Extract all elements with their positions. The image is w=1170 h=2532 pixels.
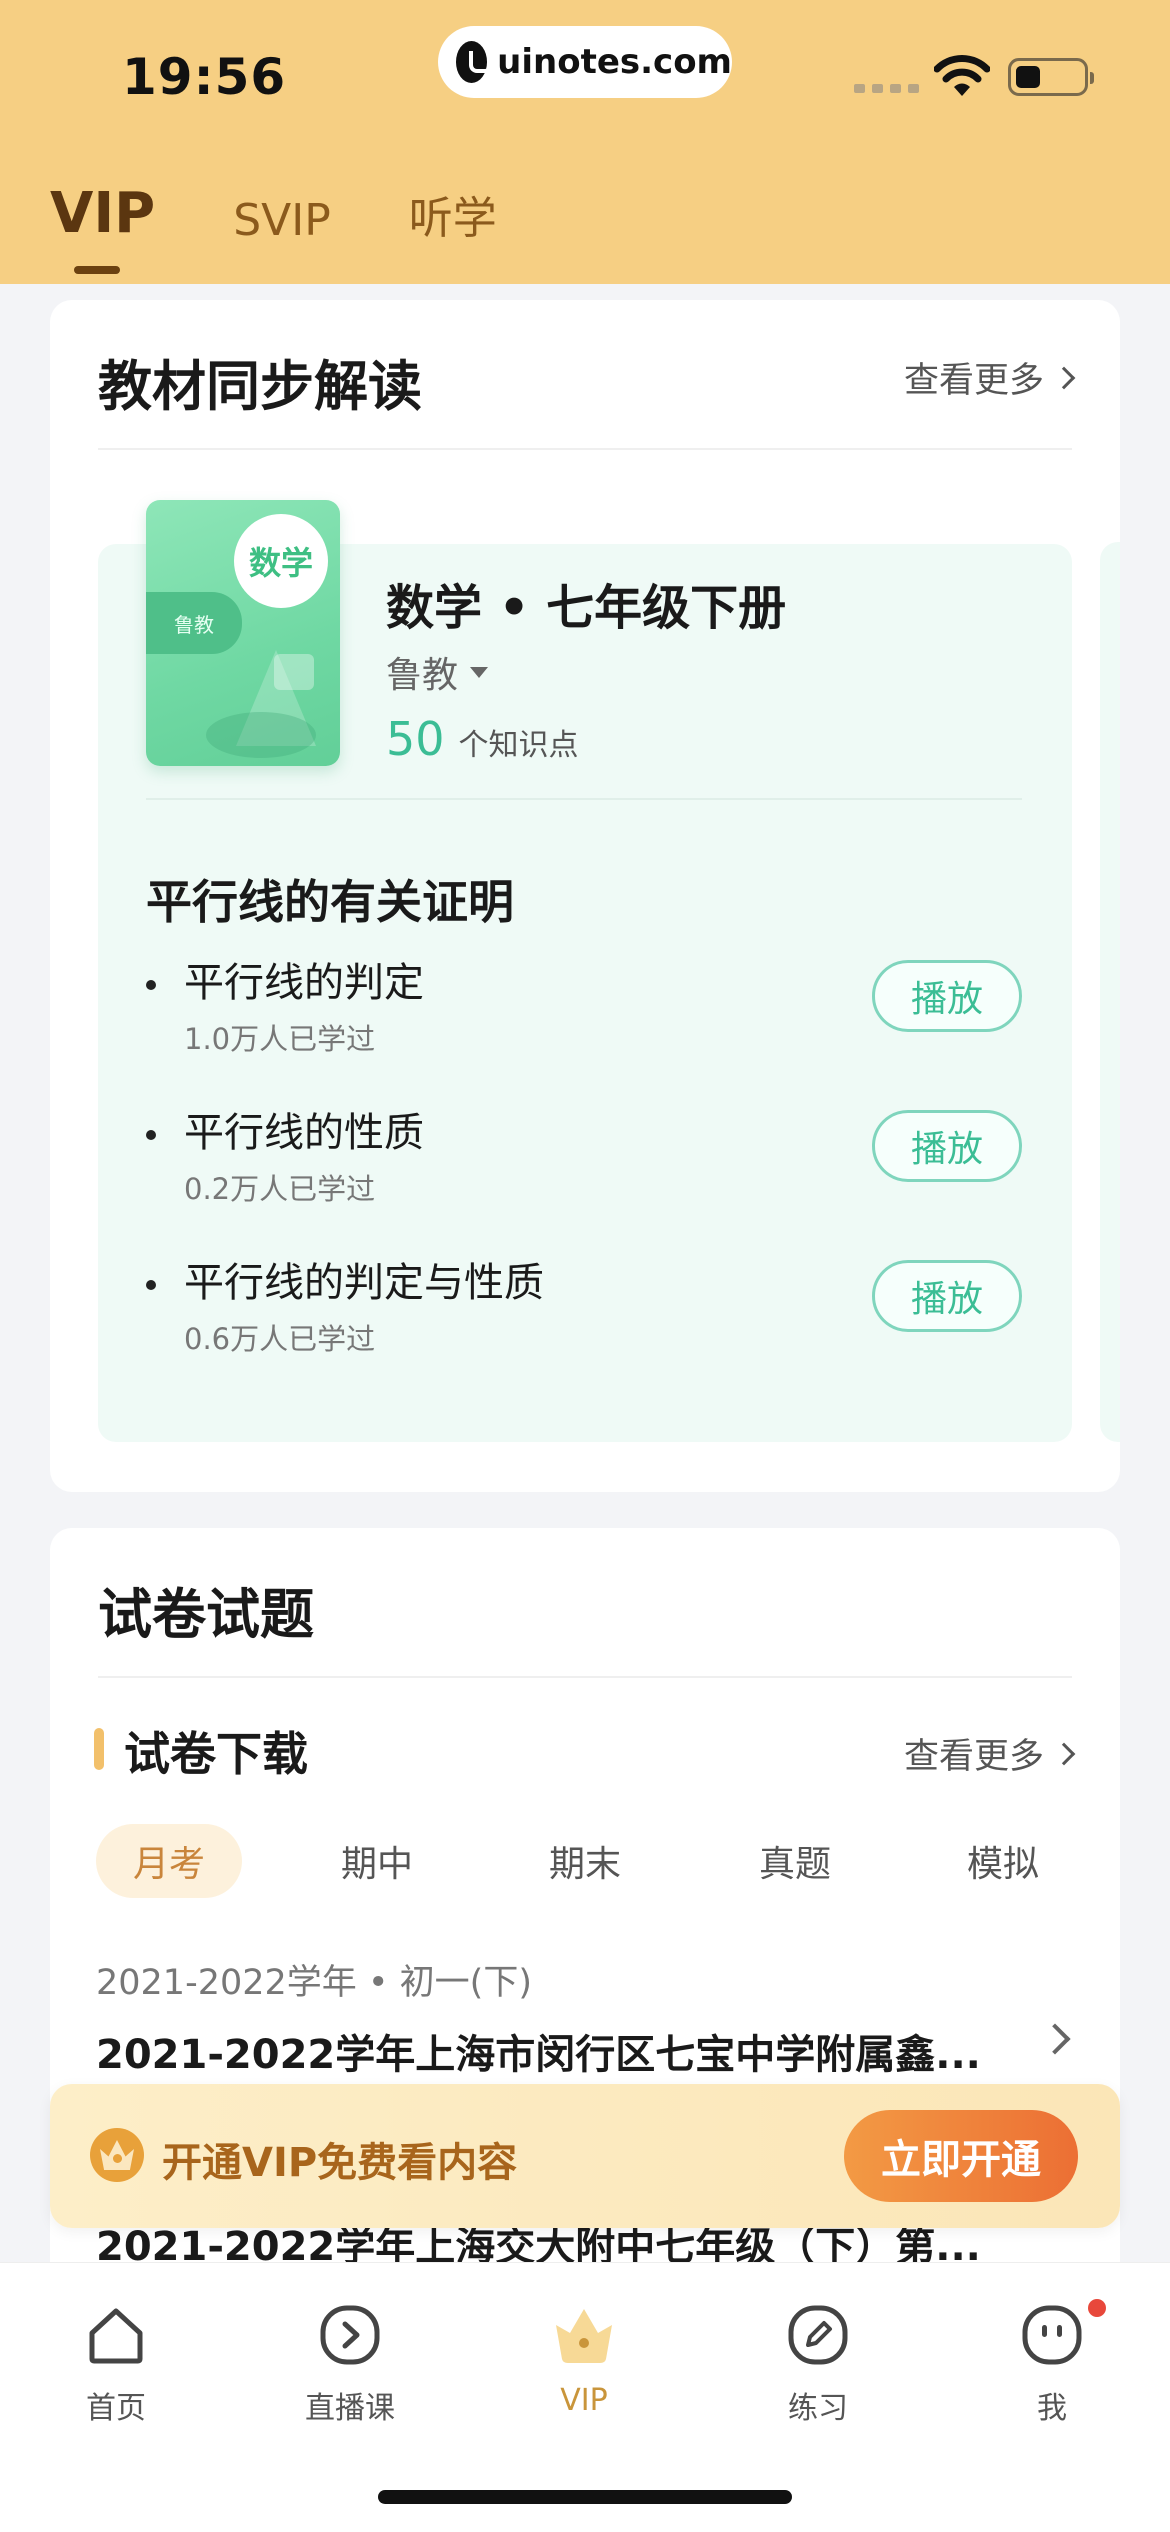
nav-label: 直播课 (305, 2391, 395, 2426)
notification-dot-icon (1088, 2299, 1106, 2317)
cover-subject-badge: 数学 (234, 514, 328, 608)
nav-label: 练习 (788, 2391, 848, 2426)
site-logo-icon (456, 41, 494, 83)
publisher-select[interactable]: 鲁教 (386, 646, 489, 698)
home-indicator (378, 2490, 792, 2504)
next-book-panel[interactable] (1100, 542, 1120, 1442)
lesson-name: 平行线的判定与性质 (184, 1260, 544, 1306)
knowledge-count: 50 个知识点 (386, 712, 579, 766)
play-button[interactable]: 播放 (872, 1260, 1022, 1332)
vip-crown-icon (90, 2128, 144, 2182)
caret-down-icon (470, 666, 489, 678)
nav-me[interactable]: 我 (972, 2297, 1132, 2437)
textbook-card: 教材同步解读 查看更多 鲁教 数学 数学 • 七年级下册 鲁教 50 个知识点 … (50, 300, 1120, 1492)
book-title: 数学 • 七年级下册 (386, 580, 787, 636)
chapter-title: 平行线的有关证明 (146, 875, 514, 929)
lesson-learner-count: 0.2万人已学过 (184, 1172, 376, 1206)
play-button[interactable]: 播放 (872, 960, 1022, 1032)
section-accent-bar (94, 1728, 104, 1770)
textbook-more-link[interactable]: 查看更多 (903, 352, 1076, 403)
pencil-icon (788, 2305, 848, 2365)
lesson-name: 平行线的判定 (184, 960, 424, 1006)
vip-promo-banner[interactable]: 开通VIP免费看内容 立即开通 (50, 2084, 1120, 2228)
chevron-right-icon (1052, 1742, 1076, 1765)
nav-label: VIP (560, 2383, 608, 2418)
nav-live[interactable]: 直播课 (270, 2297, 430, 2437)
divider (98, 1676, 1072, 1678)
lesson-item[interactable]: 平行线的判定与性质 0.6万人已学过 播放 (146, 1250, 1022, 1380)
vip-crown-icon (556, 2309, 612, 2363)
home-icon (89, 2308, 143, 2364)
knowledge-count-label: 个知识点 (458, 728, 579, 763)
filter-final[interactable]: 期末 (512, 1824, 658, 1898)
chevron-right-icon (1052, 366, 1076, 389)
filter-midterm[interactable]: 期中 (304, 1824, 450, 1898)
cellular-signal-icon (854, 84, 919, 93)
chevron-right-icon[interactable] (1039, 2023, 1071, 2055)
more-label: 查看更多 (903, 1737, 1044, 1777)
tab-vip[interactable]: VIP (50, 181, 155, 274)
lesson-learner-count: 0.6万人已学过 (184, 1322, 376, 1356)
lesson-name: 平行线的性质 (184, 1110, 424, 1156)
nav-label: 首页 (86, 2391, 146, 2426)
top-tabs: VIP SVIP 听学 (50, 176, 575, 274)
filter-mock[interactable]: 模拟 (930, 1824, 1076, 1898)
more-label: 查看更多 (903, 361, 1044, 401)
play-button[interactable]: 播放 (872, 1110, 1022, 1182)
tab-svip[interactable]: SVIP (233, 195, 331, 246)
activate-vip-button[interactable]: 立即开通 (844, 2110, 1078, 2202)
live-play-icon (320, 2305, 380, 2365)
filter-monthly[interactable]: 月考 (96, 1824, 242, 1898)
textbook-section-title: 教材同步解读 (98, 355, 422, 418)
papers-card-title: 试卷试题 (98, 1583, 314, 1646)
nav-vip[interactable]: VIP (504, 2297, 664, 2437)
book-cover[interactable]: 鲁教 数学 (146, 500, 340, 766)
url-text: uinotes.com (497, 42, 732, 82)
paper-title[interactable]: 2021-2022学年上海市闵行区七宝中学附属鑫... (96, 2022, 981, 2080)
nav-practice[interactable]: 练习 (738, 2297, 898, 2437)
status-time: 19:56 (122, 48, 287, 106)
lesson-item[interactable]: 平行线的性质 0.2万人已学过 播放 (146, 1100, 1022, 1230)
paper-year: 2021-2022学年 • 初一(下) (96, 1963, 532, 2003)
nav-home[interactable]: 首页 (36, 2297, 196, 2437)
cover-publisher-tag: 鲁教 (146, 592, 242, 654)
knowledge-count-number: 50 (386, 712, 445, 766)
lesson-learner-count: 1.0万人已学过 (184, 1022, 376, 1056)
bullet-icon (146, 1280, 156, 1290)
cover-decoration (274, 654, 314, 690)
paper-filter-tabs: 月考 期中 期末 真题 模拟 (96, 1824, 1096, 1898)
url-pill[interactable]: uinotes.com (438, 26, 732, 98)
papers-section-title: 试卷下载 (124, 1727, 308, 1781)
tab-listen[interactable]: 听学 (409, 182, 497, 246)
nav-label: 我 (1037, 2391, 1067, 2426)
wifi-icon (934, 55, 990, 96)
divider (146, 798, 1022, 800)
header: 19:56 uinotes.com VIP SVIP 听学 (0, 0, 1170, 284)
bullet-icon (146, 1130, 156, 1140)
filter-real-exam[interactable]: 真题 (722, 1824, 868, 1898)
vip-promo-text: 开通VIP免费看内容 (162, 2140, 518, 2186)
bullet-icon (146, 980, 156, 990)
cover-decoration (206, 712, 316, 758)
profile-face-icon (1022, 2305, 1082, 2365)
divider (98, 448, 1072, 450)
publisher-label: 鲁教 (386, 655, 459, 696)
lesson-item[interactable]: 平行线的判定 1.0万人已学过 播放 (146, 950, 1022, 1080)
papers-more-link[interactable]: 查看更多 (903, 1728, 1076, 1779)
battery-icon (1008, 58, 1094, 96)
